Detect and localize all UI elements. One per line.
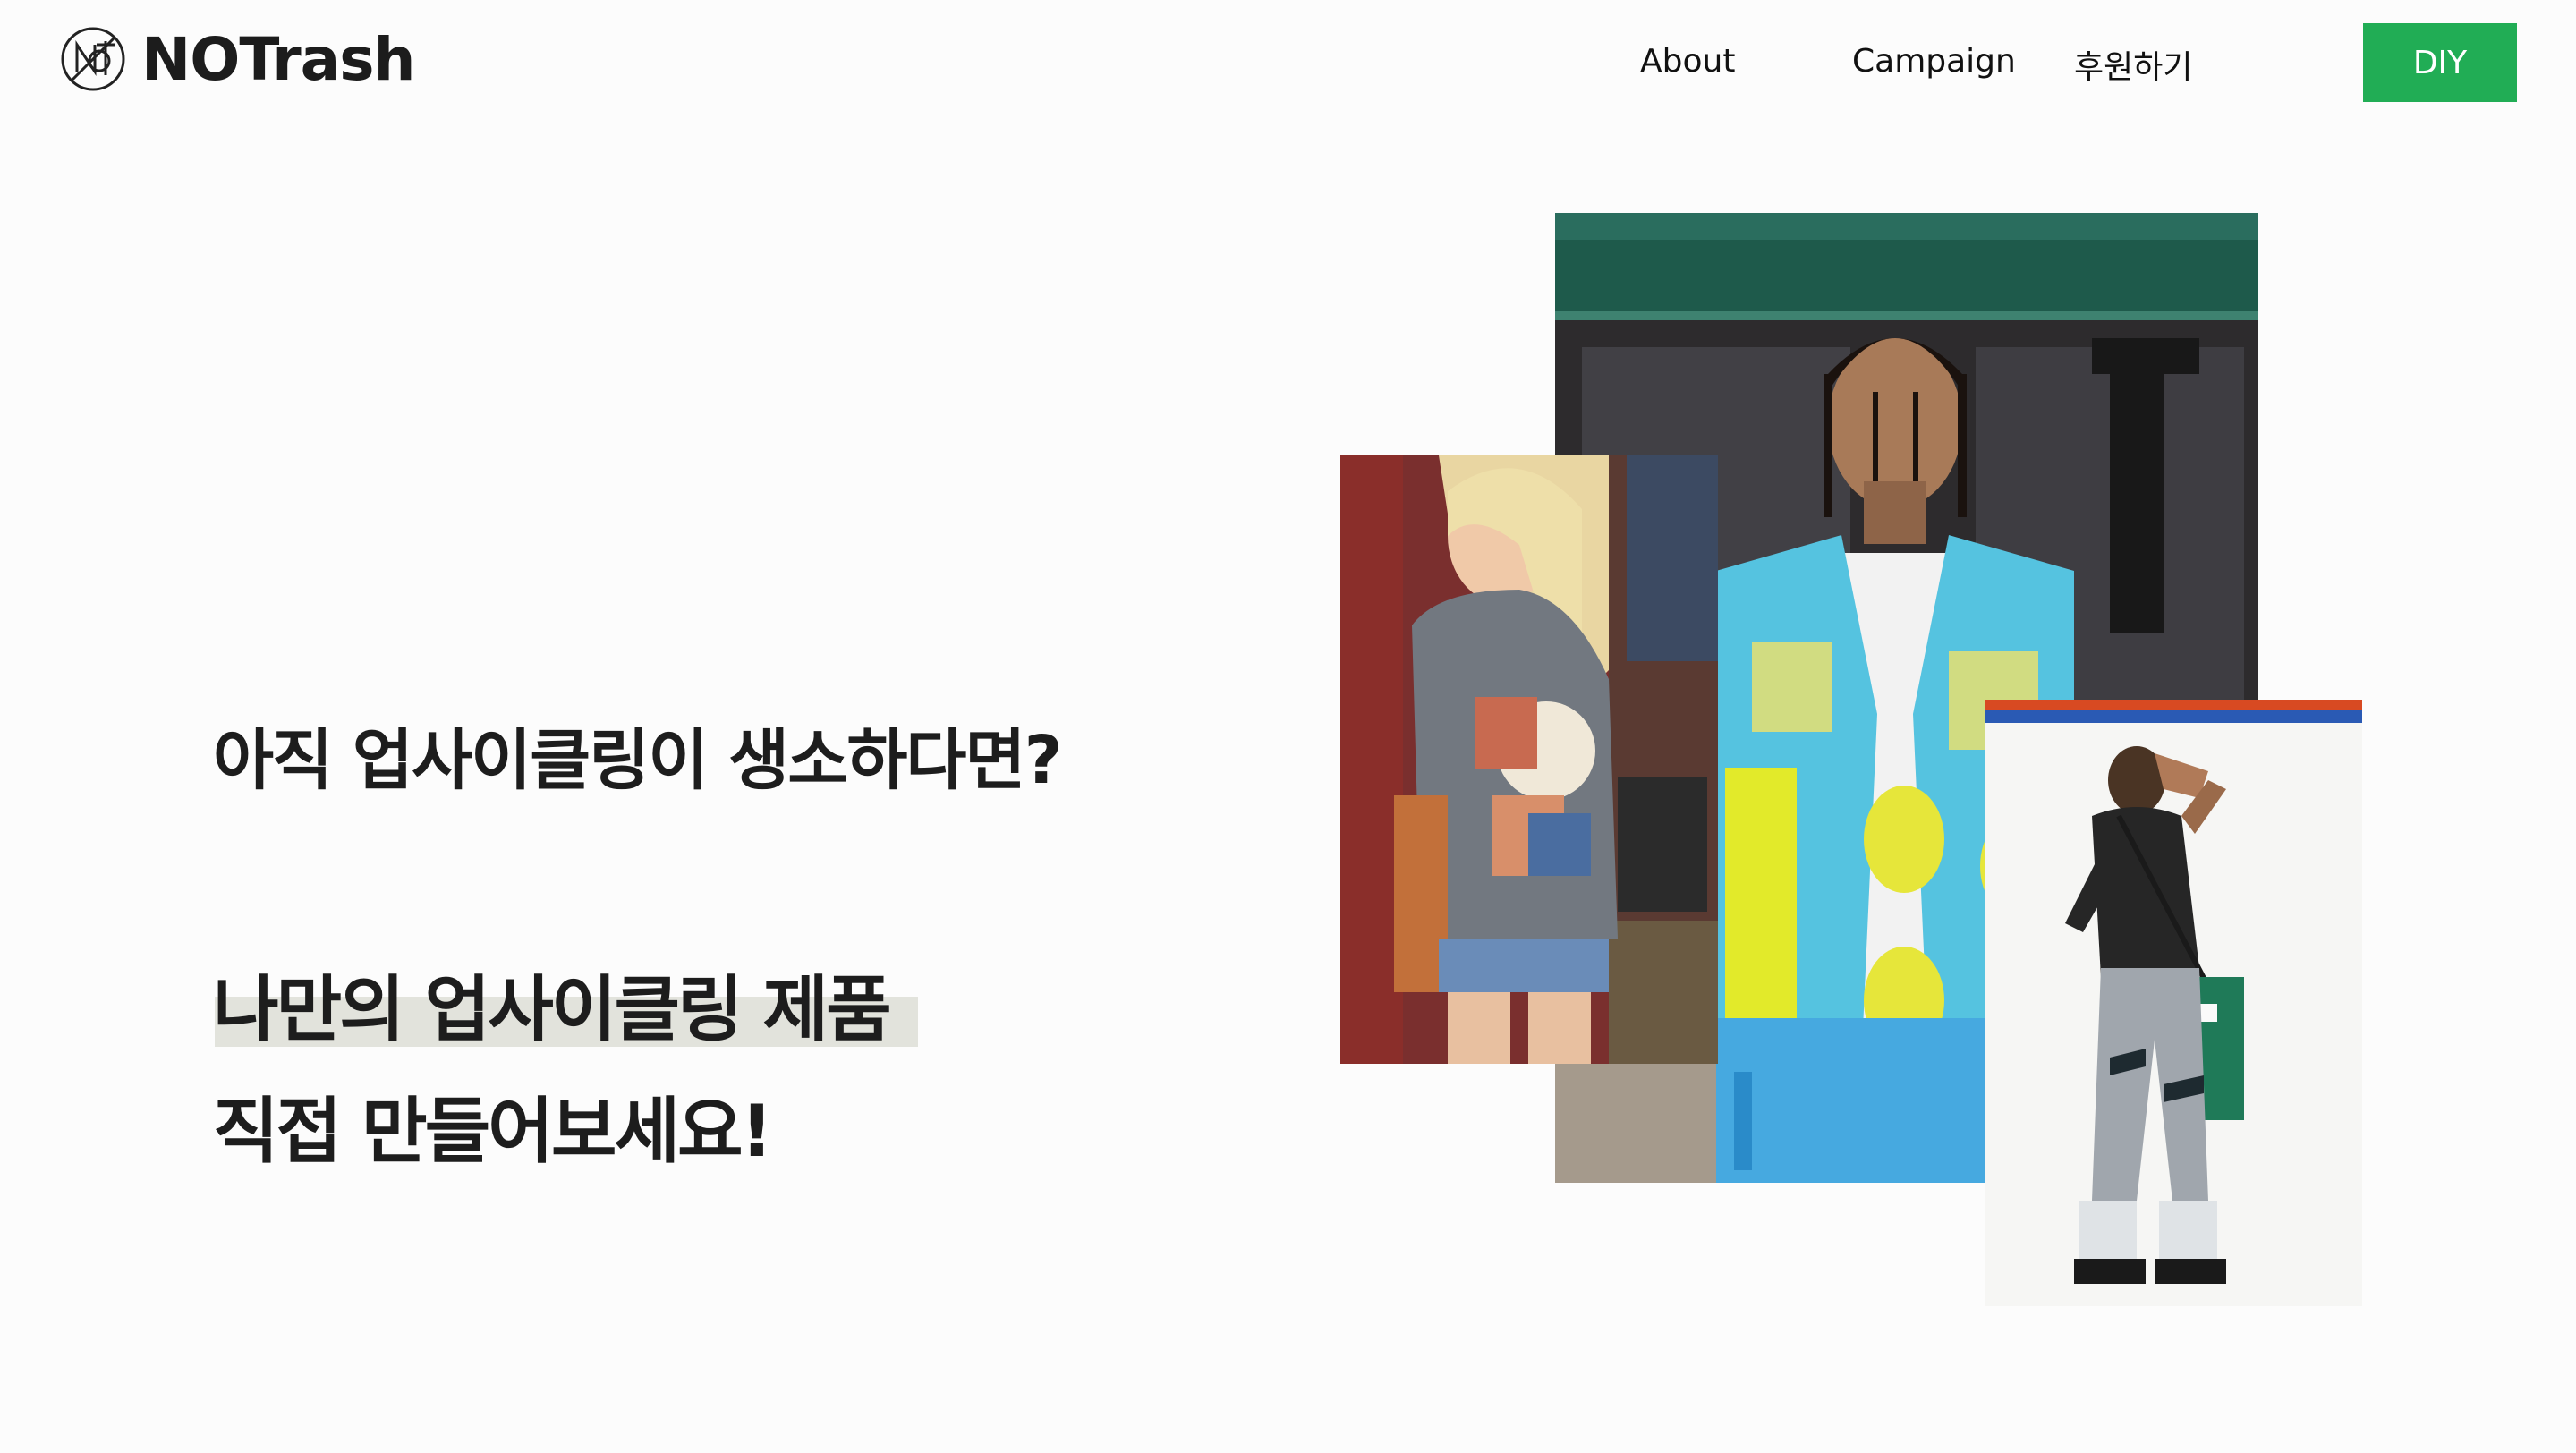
nav-about-link[interactable]: About	[1640, 43, 1735, 80]
hero-headline-line1: 나만의 업사이클링 제품	[213, 968, 892, 1051]
hero-headline-line1-wrap: 나만의 업사이클링 제품	[213, 952, 918, 1056]
page: NOTrash About Campaign 후원하기 DIY 아직 업사이클링…	[0, 0, 2576, 1453]
nav-support-link[interactable]: 후원하기	[2074, 41, 2192, 88]
notrash-logo-icon	[61, 27, 125, 91]
hero-question: 아직 업사이클링이 생소하다면?	[213, 722, 1062, 799]
photo-woman-patchwork-sweater	[1340, 455, 1718, 1064]
logo[interactable]: NOTrash	[59, 23, 415, 95]
nav-diy-button[interactable]: DIY	[2363, 23, 2517, 102]
photo-person-upcycled-bag	[1985, 700, 2362, 1306]
nav-campaign-link[interactable]: Campaign	[1852, 43, 2016, 80]
hero-headline-line2: 직접 만들어보세요!	[213, 1090, 773, 1173]
logo-text: NOTrash	[141, 24, 415, 94]
